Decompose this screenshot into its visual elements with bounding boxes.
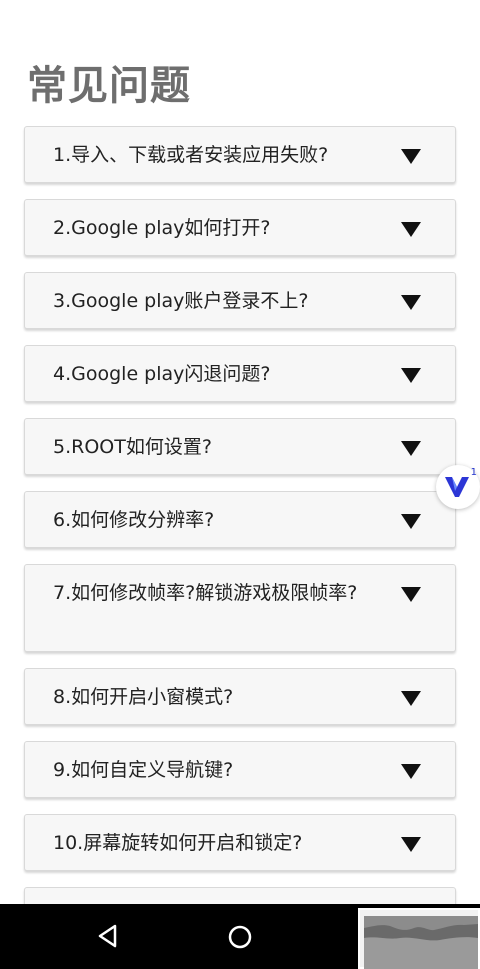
badge-count: 1	[470, 467, 477, 478]
expand-arrow-icon[interactable]	[401, 514, 421, 529]
faq-question: 3.Google play账户登录不上?	[53, 290, 309, 312]
faq-item-2[interactable]: 2.Google play如何打开?	[24, 199, 456, 256]
expand-arrow-icon[interactable]	[401, 149, 421, 164]
faq-item-5[interactable]: 5.ROOT如何设置?	[24, 418, 456, 475]
faq-list: 1.导入、下载或者安装应用失败? 2.Google play如何打开? 3.Go…	[24, 126, 456, 963]
faq-question: 8.如何开启小窗模式?	[53, 686, 234, 708]
faq-item-4[interactable]: 4.Google play闪退问题?	[24, 345, 456, 402]
top-image-fragment	[30, 0, 160, 4]
faq-item-7[interactable]: 7.如何修改帧率?解锁游戏极限帧率?	[24, 564, 456, 652]
page-title: 常见问题	[27, 63, 191, 109]
circle-home-icon[interactable]	[228, 925, 252, 949]
faq-item-9[interactable]: 9.如何自定义导航键?	[24, 741, 456, 798]
triangle-back-icon[interactable]	[95, 923, 121, 949]
expand-arrow-icon[interactable]	[401, 441, 421, 456]
faq-question: 1.导入、下载或者安装应用失败?	[53, 144, 329, 166]
expand-arrow-icon[interactable]	[401, 587, 421, 602]
expand-arrow-icon[interactable]	[401, 837, 421, 852]
expand-arrow-icon[interactable]	[401, 368, 421, 383]
faq-question: 10.屏幕旋转如何开启和锁定?	[53, 832, 303, 854]
faq-item-8[interactable]: 8.如何开启小窗模式?	[24, 668, 456, 725]
faq-item-10[interactable]: 10.屏幕旋转如何开启和锁定?	[24, 814, 456, 871]
faq-item-6[interactable]: 6.如何修改分辨率?	[24, 491, 456, 548]
expand-arrow-icon[interactable]	[401, 222, 421, 237]
faq-question: 9.如何自定义导航键?	[53, 759, 234, 781]
faq-question: 2.Google play如何打开?	[53, 217, 271, 239]
faq-item-1[interactable]: 1.导入、下载或者安装应用失败?	[24, 126, 456, 183]
faq-question: 4.Google play闪退问题?	[53, 363, 271, 385]
v-logo-icon	[445, 477, 469, 497]
picture-in-picture-window[interactable]	[358, 908, 480, 969]
floating-assistant-button[interactable]: 1	[436, 465, 480, 509]
expand-arrow-icon[interactable]	[401, 295, 421, 310]
expand-arrow-icon[interactable]	[401, 764, 421, 779]
faq-question: 6.如何修改分辨率?	[53, 509, 215, 531]
faq-item-3[interactable]: 3.Google play账户登录不上?	[24, 272, 456, 329]
faq-question: 5.ROOT如何设置?	[53, 436, 212, 458]
faq-question: 7.如何修改帧率?解锁游戏极限帧率?	[53, 582, 358, 604]
expand-arrow-icon[interactable]	[401, 691, 421, 706]
pip-thumbnail	[364, 916, 478, 969]
